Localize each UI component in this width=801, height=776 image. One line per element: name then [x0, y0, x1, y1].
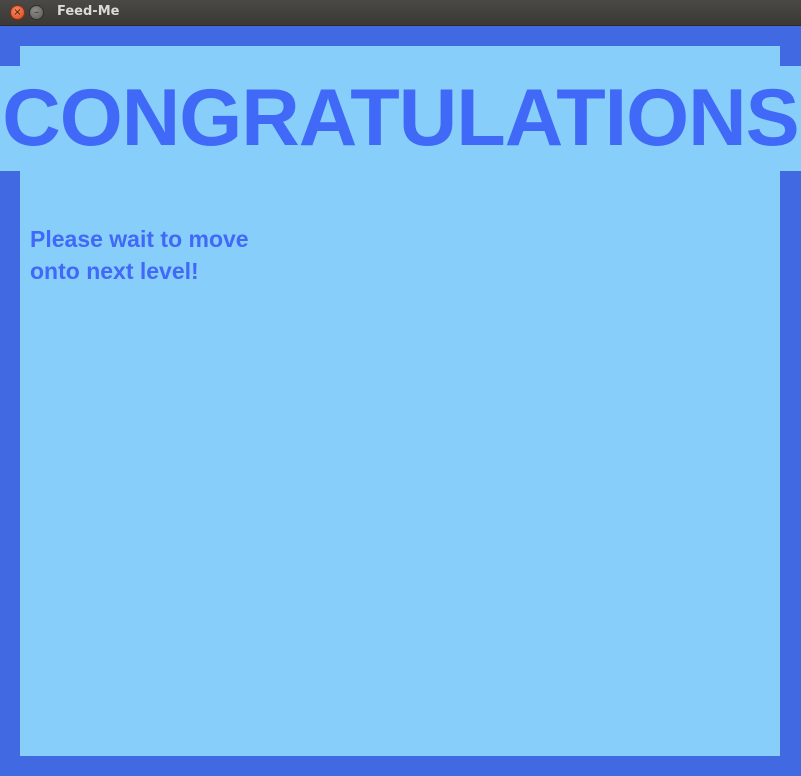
close-icon: × — [13, 6, 22, 18]
window-title: Feed-Me — [57, 4, 120, 19]
level-message: Please wait to move onto next level! — [30, 223, 330, 287]
game-frame: CONGRATULATIONS Please wait to move onto… — [0, 26, 801, 776]
minimize-icon: – — [34, 6, 39, 18]
message-line-2: onto next level! — [30, 258, 199, 284]
congratulations-banner: CONGRATULATIONS — [0, 66, 801, 171]
minimize-window-button[interactable]: – — [29, 5, 44, 20]
close-window-button[interactable]: × — [10, 5, 25, 20]
message-line-1: Please wait to move — [30, 226, 249, 252]
window-titlebar: × – Feed-Me — [0, 0, 801, 26]
headline: CONGRATULATIONS — [2, 73, 799, 163]
